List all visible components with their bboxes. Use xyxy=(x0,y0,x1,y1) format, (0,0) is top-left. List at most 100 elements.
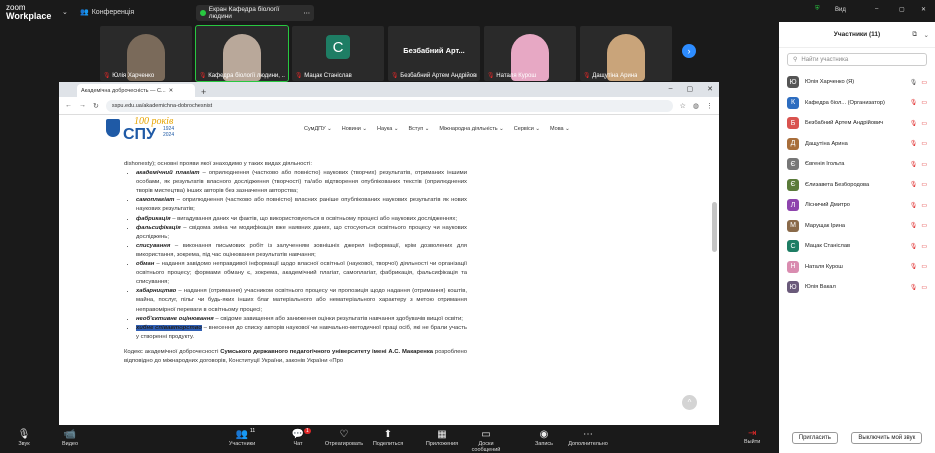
mic-icon[interactable]: 🎙 xyxy=(910,284,918,291)
participant-row[interactable]: Н Наталя Курош 🎙 ▭ xyxy=(779,257,935,278)
mic-icon[interactable]: 🎙 xyxy=(910,222,918,229)
badge: 1 xyxy=(304,428,311,434)
video-off-icon[interactable]: ▭ xyxy=(921,140,927,147)
toolbar-2[interactable]: 👥 11 Участники xyxy=(220,428,264,447)
scroll-top-button[interactable]: ^ xyxy=(682,395,697,410)
participant-status: 🎙 ▭ xyxy=(910,222,927,229)
close-window-icon[interactable]: ✕ xyxy=(707,85,713,93)
site-nav-item[interactable]: Вступ ⌄ xyxy=(408,126,429,132)
toolbar-1[interactable]: 📹 Видео xyxy=(48,428,92,447)
participant-row[interactable]: Є Єлизавета Безбородова 🎙 ▭ xyxy=(779,175,935,196)
maximize-icon[interactable]: ▢ xyxy=(687,85,694,93)
screen-share-pill[interactable]: Екран Кафедра біології людини ⋯ xyxy=(196,5,314,21)
list-item: обман – надання завідомо неправдивої інф… xyxy=(136,260,467,287)
site-nav-item[interactable]: Наука ⌄ xyxy=(377,126,398,132)
minimize-icon[interactable]: – xyxy=(875,6,878,12)
participant-tile[interactable]: Безбабний Арт... 🎙 Безбабний Артем Андрій… xyxy=(388,26,480,81)
scrollbar[interactable] xyxy=(712,202,717,252)
participant-list: Ю Юлія Харченко (Я) 🎙 ▭ К Кафедра біол... (Ор… xyxy=(779,72,935,298)
mic-icon[interactable]: 🎙 xyxy=(910,99,918,106)
video-off-icon[interactable]: ▭ xyxy=(921,284,927,291)
bookmark-icon[interactable]: ☆ xyxy=(680,102,686,110)
participant-row[interactable]: М Марущак Ірина 🎙 ▭ xyxy=(779,216,935,237)
leave-button[interactable]: ⇥ Выйти xyxy=(744,428,760,445)
toolbar-9[interactable]: ⋯ Дополнительно xyxy=(566,428,610,447)
video-off-icon[interactable]: ▭ xyxy=(921,202,927,209)
menu-icon[interactable]: ⋮ xyxy=(706,102,713,110)
mute-button[interactable]: Выключить мой звук xyxy=(851,432,923,444)
extension-icon[interactable]: ◍ xyxy=(693,102,699,110)
site-header: 100 років СПУ 1924 2024 СумДПУ ⌄ Новини ⌄… xyxy=(59,115,719,145)
conference-info[interactable]: 👥 Конференція xyxy=(80,8,134,17)
participant-row[interactable]: Б Безбабний Артем Андрійович 🎙 ▭ xyxy=(779,113,935,134)
site-nav-item[interactable]: Сервіси ⌄ xyxy=(514,126,540,132)
video-off-icon[interactable]: ▭ xyxy=(921,222,927,229)
toolbar-7[interactable]: ▭ Доски сообщений xyxy=(464,428,508,453)
participant-tile[interactable]: C 🎙 Мацак Станіслав xyxy=(292,26,384,81)
participant-tile[interactable]: 🎙 Кафедра біології людини, ... xyxy=(195,25,289,82)
participant-name: 🎙 Дащутіна Арина xyxy=(583,73,638,79)
mic-icon[interactable]: 🎙 xyxy=(910,140,918,147)
chevron-down-icon[interactable]: ⌄ xyxy=(62,8,68,16)
new-tab-icon[interactable]: + xyxy=(201,87,206,97)
forward-icon[interactable]: → xyxy=(79,102,86,109)
url-input[interactable]: sspu.edu.ua/akademichna-dobrochesnist xyxy=(105,99,673,112)
participant-row[interactable]: К Кафедра біол... (Организатор) 🎙 ▭ xyxy=(779,93,935,114)
close-icon[interactable]: ✕ xyxy=(921,6,926,13)
participant-row[interactable]: Д Дащутіна Арина 🎙 ▭ xyxy=(779,134,935,155)
collapse-icon[interactable]: ⌄ xyxy=(924,31,929,39)
university-logo[interactable]: 100 років СПУ 1924 2024 xyxy=(106,116,196,143)
back-icon[interactable]: ← xyxy=(65,102,72,109)
list-item: фальсифікація – свідома зміна чи модифік… xyxy=(136,224,467,242)
toolbar-6[interactable]: ▦ Приложения xyxy=(420,428,464,447)
video-off-icon[interactable]: ▭ xyxy=(921,79,927,86)
participant-tile[interactable]: 🎙 Юлія Харченко xyxy=(100,26,192,81)
maximize-icon[interactable]: ▢ xyxy=(899,6,905,13)
video-off-icon[interactable]: ▭ xyxy=(921,120,927,127)
participant-search[interactable]: ⚲ Найти участника xyxy=(787,53,927,66)
reload-icon[interactable]: ↻ xyxy=(93,102,99,110)
toolbar-8[interactable]: ◉ Запись xyxy=(522,428,566,447)
mic-icon[interactable]: 🎙 xyxy=(910,243,918,250)
mic-icon[interactable]: 🎙 xyxy=(910,79,918,86)
next-page-button[interactable]: › xyxy=(682,44,696,58)
participant-status: 🎙 ▭ xyxy=(910,202,927,209)
participant-row[interactable]: С Мацак Станіслав 🎙 ▭ xyxy=(779,236,935,257)
site-nav-item[interactable]: СумДПУ ⌄ xyxy=(304,126,332,132)
site-nav-item[interactable]: Міжнародна діяльність ⌄ xyxy=(439,126,503,132)
site-nav-item[interactable]: Новини ⌄ xyxy=(342,126,367,132)
participant-tile[interactable]: 🎙 Наталя Курош xyxy=(484,26,576,81)
participant-name: Мацак Станіслав xyxy=(805,243,851,250)
toolbar-0[interactable]: 🎙 Звук xyxy=(2,428,46,447)
view-button[interactable]: Вид xyxy=(835,7,846,13)
mic-icon[interactable]: 🎙 xyxy=(910,202,918,209)
browser-tab[interactable]: Академічна доброчесність — С... ✕ xyxy=(77,84,195,97)
video-off-icon[interactable]: ▭ xyxy=(921,99,927,106)
list-item-text: – надання завідомо неправдивої інформаці… xyxy=(136,261,467,286)
participant-row[interactable]: Є Євгенія Ігольта 🎙 ▭ xyxy=(779,154,935,175)
participant-row[interactable]: Л Лісничий Дмитро 🎙 ▭ xyxy=(779,195,935,216)
more-icon[interactable]: ⋯ xyxy=(304,9,311,17)
video-off-icon[interactable]: ▭ xyxy=(921,161,927,168)
popout-icon[interactable]: ⧉ xyxy=(912,31,917,39)
mic-icon[interactable]: 🎙 xyxy=(910,181,918,188)
panel-footer: Пригласить Выключить мой звук xyxy=(779,432,935,444)
site-nav-item[interactable]: Мова ⌄ xyxy=(550,126,570,132)
mic-icon[interactable]: 🎙 xyxy=(910,263,918,270)
close-icon[interactable]: ✕ xyxy=(169,88,174,94)
article-content: dishonesty); основні прояви якої знаходи… xyxy=(124,160,467,366)
participant-row[interactable]: Ю Юлія Харченко (Я) 🎙 ▭ xyxy=(779,72,935,93)
minimize-icon[interactable]: – xyxy=(669,85,673,93)
participant-tile[interactable]: 🎙 Дащутіна Арина xyxy=(580,26,672,81)
video-off-icon[interactable]: ▭ xyxy=(921,263,927,270)
invite-button[interactable]: Пригласить xyxy=(791,432,838,444)
mic-icon[interactable]: 🎙 xyxy=(910,161,918,168)
toolbar-4[interactable]: ♡ Отреагировать xyxy=(322,428,366,447)
participant-row[interactable]: Ю Юлія Вакал 🎙 ▭ xyxy=(779,277,935,298)
mic-icon[interactable]: 🎙 xyxy=(910,120,918,127)
toolbar-3[interactable]: 💬 1 Чат xyxy=(276,428,320,447)
toolbar-5[interactable]: ⬆ Поделиться xyxy=(366,428,410,447)
video-off-icon[interactable]: ▭ xyxy=(921,181,927,188)
video-off-icon[interactable]: ▭ xyxy=(921,243,927,250)
meeting-toolbar: 🎙 Звук 📹 Видео 👥 11 Участники 💬 1 Чат ♡ Отреагирова… xyxy=(0,425,779,453)
